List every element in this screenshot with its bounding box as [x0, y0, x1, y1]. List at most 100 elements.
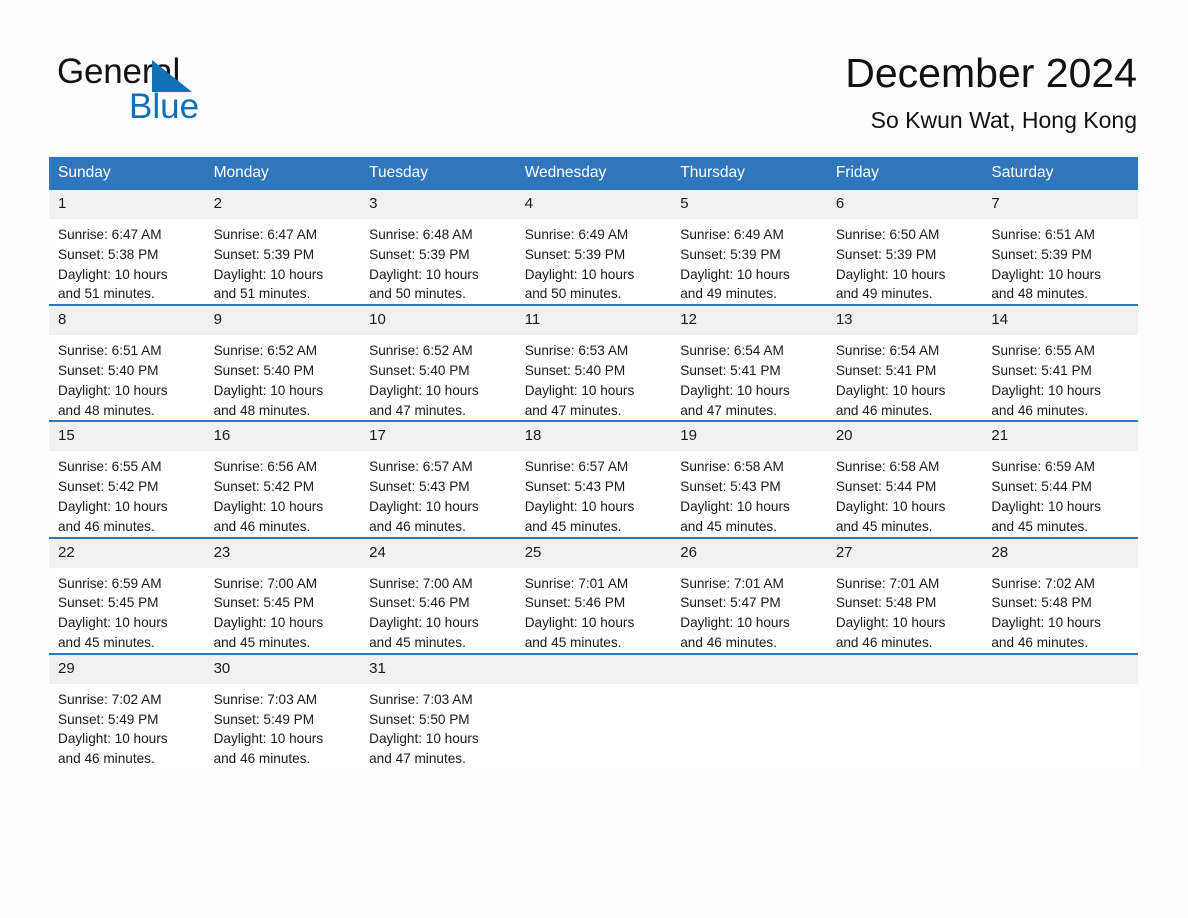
daylight-text-line1: Daylight: 10 hours: [991, 382, 1101, 398]
calendar-day-cell[interactable]: 1 Sunrise: 6:47 AM Sunset: 5:38 PM Daylight…: [49, 190, 205, 306]
day-details: Sunrise: 6:54 AM Sunset: 5:41 PM Daylight:…: [827, 335, 983, 420]
calendar-day-cell[interactable]: 3 Sunrise: 6:48 AM Sunset: 5:39 PM Daylight…: [360, 190, 516, 306]
sunrise-text: Sunrise: 6:57 AM: [369, 459, 473, 475]
calendar-day-cell[interactable]: 8 Sunrise: 6:51 AM Sunset: 5:40 PM Daylight…: [49, 304, 205, 422]
sunrise-text: Sunrise: 7:01 AM: [835, 575, 940, 591]
sunset-text: Sunset: 5:39 PM: [835, 246, 937, 262]
daylight-text-line1: Daylight: 10 hours: [835, 498, 946, 514]
sunset-text: Sunset: 5:40 PM: [58, 362, 159, 378]
daylight-text-line2: and 49 minutes.: [835, 286, 933, 302]
calendar-day-cell[interactable]: 11 Sunrise: 6:53 AM Sunset: 5:40 PM Dayligh…: [515, 304, 672, 422]
day-details: Sunrise: 6:52 AM Sunset: 5:40 PM Daylight:…: [205, 335, 361, 420]
daylight-text-line1: Daylight: 10 hours: [680, 382, 790, 398]
calendar-empty-cell: [826, 652, 983, 769]
calendar-day-cell[interactable]: 4 Sunrise: 6:49 AM Sunset: 5:39 PM Daylight…: [515, 190, 672, 306]
sunset-text: Sunset: 5:43 PM: [680, 479, 781, 495]
calendar-week-row: 22 Sunrise: 6:59 AM Sunset: 5:45 PM Dayligh…: [49, 536, 1138, 654]
calendar-day-cell[interactable]: 25 Sunrise: 7:01 AM Sunset: 5:46 PM Dayligh…: [515, 536, 672, 654]
day-number: 10: [360, 306, 516, 336]
calendar-day-cell[interactable]: 22 Sunrise: 6:59 AM Sunset: 5:45 PM Dayligh…: [49, 536, 205, 654]
daylight-text-line1: Daylight: 10 hours: [213, 382, 324, 398]
calendar-day-cell[interactable]: 30 Sunrise: 7:03 AM Sunset: 5:49 PM Dayligh…: [204, 652, 361, 769]
calendar-day-cell[interactable]: 9 Sunrise: 6:52 AM Sunset: 5:40 PM Daylight…: [204, 304, 361, 422]
daylight-text-line2: and 45 minutes.: [524, 518, 622, 534]
calendar-day-cell[interactable]: 21 Sunrise: 6:59 AM Sunset: 5:44 PM Dayligh…: [982, 420, 1138, 538]
day-number: 21: [982, 422, 1138, 452]
day-number: 6: [826, 190, 983, 219]
sunrise-text: Sunrise: 6:51 AM: [58, 343, 162, 359]
sunset-text: Sunset: 5:39 PM: [680, 246, 781, 262]
sunrise-text: Sunrise: 6:58 AM: [835, 459, 940, 475]
calendar-day-cell[interactable]: 31 Sunrise: 7:03 AM Sunset: 5:50 PM Dayligh…: [360, 652, 516, 769]
calendar-day-cell[interactable]: 12 Sunrise: 6:54 AM Sunset: 5:41 PM Dayligh…: [671, 304, 827, 422]
calendar-day-cell[interactable]: 5 Sunrise: 6:49 AM Sunset: 5:39 PM Daylight…: [671, 190, 827, 306]
daylight-text-line2: and 47 minutes.: [524, 402, 622, 418]
sunset-text: Sunset: 5:45 PM: [213, 595, 315, 611]
daylight-text-line1: Daylight: 10 hours: [213, 731, 324, 747]
day-details: Sunrise: 7:02 AM Sunset: 5:48 PM Daylight:…: [982, 568, 1138, 653]
calendar-day-cell[interactable]: 17 Sunrise: 6:57 AM Sunset: 5:43 PM Dayligh…: [360, 420, 516, 538]
calendar-day-cell[interactable]: 23 Sunrise: 7:00 AM Sunset: 5:45 PM Dayligh…: [204, 536, 361, 654]
sunset-text: Sunset: 5:40 PM: [524, 362, 626, 378]
sunrise-text: Sunrise: 6:58 AM: [680, 459, 784, 475]
day-number: 29: [49, 654, 205, 684]
day-number: [515, 654, 672, 684]
sunset-text: Sunset: 5:44 PM: [991, 479, 1092, 495]
day-details: Sunrise: 6:52 AM Sunset: 5:40 PM Daylight:…: [360, 335, 516, 420]
weekday-header-sunday: Sunday: [49, 157, 205, 190]
sunrise-text: Sunrise: 6:55 AM: [58, 459, 162, 475]
sunset-text: Sunset: 5:41 PM: [991, 362, 1092, 378]
calendar-day-cell[interactable]: 16 Sunrise: 6:56 AM Sunset: 5:42 PM Dayligh…: [204, 420, 361, 538]
calendar-day-cell[interactable]: 14 Sunrise: 6:55 AM Sunset: 5:41 PM Dayligh…: [982, 304, 1138, 422]
daylight-text-line2: and 46 minutes.: [991, 402, 1089, 418]
calendar-day-cell[interactable]: 20 Sunrise: 6:58 AM Sunset: 5:44 PM Dayligh…: [826, 420, 983, 538]
daylight-text-line2: and 45 minutes.: [835, 518, 933, 534]
calendar-day-cell[interactable]: 24 Sunrise: 7:00 AM Sunset: 5:46 PM Dayligh…: [360, 536, 516, 654]
daylight-text-line2: and 45 minutes.: [213, 634, 311, 650]
day-number: [826, 654, 983, 684]
day-number: 24: [360, 538, 516, 568]
weekday-header-saturday: Saturday: [982, 157, 1138, 190]
day-number: 13: [826, 306, 983, 336]
daylight-text-line2: and 47 minutes.: [369, 402, 466, 418]
daylight-text-line1: Daylight: 10 hours: [524, 382, 635, 398]
daylight-text-line1: Daylight: 10 hours: [369, 498, 479, 514]
day-details: Sunrise: 6:53 AM Sunset: 5:40 PM Daylight:…: [516, 335, 672, 420]
calendar-day-cell[interactable]: 28 Sunrise: 7:02 AM Sunset: 5:48 PM Dayligh…: [982, 536, 1138, 654]
calendar-body: 1 Sunrise: 6:47 AM Sunset: 5:38 PM Daylight…: [49, 190, 1138, 769]
calendar-week-row: 29 Sunrise: 7:02 AM Sunset: 5:49 PM Dayligh…: [49, 652, 1138, 769]
calendar-day-cell[interactable]: 7 Sunrise: 6:51 AM Sunset: 5:39 PM Daylight…: [982, 190, 1138, 306]
daylight-text-line1: Daylight: 10 hours: [680, 266, 790, 282]
logo-text-blue: Blue: [129, 87, 200, 126]
day-details: Sunrise: 7:01 AM Sunset: 5:46 PM Daylight:…: [516, 568, 672, 653]
calendar-day-cell[interactable]: 29 Sunrise: 7:02 AM Sunset: 5:49 PM Dayligh…: [49, 652, 205, 769]
sunrise-text: Sunrise: 6:52 AM: [213, 343, 318, 359]
calendar-table: Sunday Monday Tuesday Wednesday Thursday…: [49, 157, 1138, 769]
daylight-text-line1: Daylight: 10 hours: [524, 266, 635, 282]
page-header: General Blue December 2024 So Kwun Wat, …: [0, 0, 1188, 150]
calendar-empty-cell: [671, 652, 827, 769]
calendar-week-row: 8 Sunrise: 6:51 AM Sunset: 5:40 PM Daylight…: [49, 304, 1138, 422]
day-number: [671, 654, 827, 684]
sunset-text: Sunset: 5:42 PM: [213, 479, 315, 495]
daylight-text-line1: Daylight: 10 hours: [58, 498, 168, 514]
calendar-day-cell[interactable]: 13 Sunrise: 6:54 AM Sunset: 5:41 PM Dayligh…: [826, 304, 983, 422]
sunset-text: Sunset: 5:41 PM: [835, 362, 937, 378]
calendar-day-cell[interactable]: 2 Sunrise: 6:47 AM Sunset: 5:39 PM Daylight…: [204, 190, 361, 306]
calendar-day-cell[interactable]: 18 Sunrise: 6:57 AM Sunset: 5:43 PM Dayligh…: [515, 420, 672, 538]
general-blue-logo[interactable]: General Blue: [57, 52, 317, 132]
daylight-text-line2: and 45 minutes.: [58, 634, 155, 650]
calendar-day-cell[interactable]: 26 Sunrise: 7:01 AM Sunset: 5:47 PM Dayligh…: [671, 536, 827, 654]
day-number: 22: [49, 538, 205, 568]
daylight-text-line1: Daylight: 10 hours: [991, 615, 1101, 631]
title-block: December 2024 So Kwun Wat, Hong Kong: [845, 48, 1137, 136]
calendar-day-cell[interactable]: 19 Sunrise: 6:58 AM Sunset: 5:43 PM Dayligh…: [671, 420, 827, 538]
calendar-day-cell[interactable]: 10 Sunrise: 6:52 AM Sunset: 5:40 PM Dayligh…: [360, 304, 516, 422]
day-number: 26: [671, 538, 827, 568]
day-number: 5: [671, 190, 827, 219]
calendar-day-cell[interactable]: 15 Sunrise: 6:55 AM Sunset: 5:42 PM Dayligh…: [49, 420, 205, 538]
page-subtitle: So Kwun Wat, Hong Kong: [870, 107, 1137, 133]
calendar-day-cell[interactable]: 6 Sunrise: 6:50 AM Sunset: 5:39 PM Daylight…: [826, 190, 983, 306]
sunset-text: Sunset: 5:44 PM: [835, 479, 937, 495]
calendar-day-cell[interactable]: 27 Sunrise: 7:01 AM Sunset: 5:48 PM Dayligh…: [826, 536, 983, 654]
